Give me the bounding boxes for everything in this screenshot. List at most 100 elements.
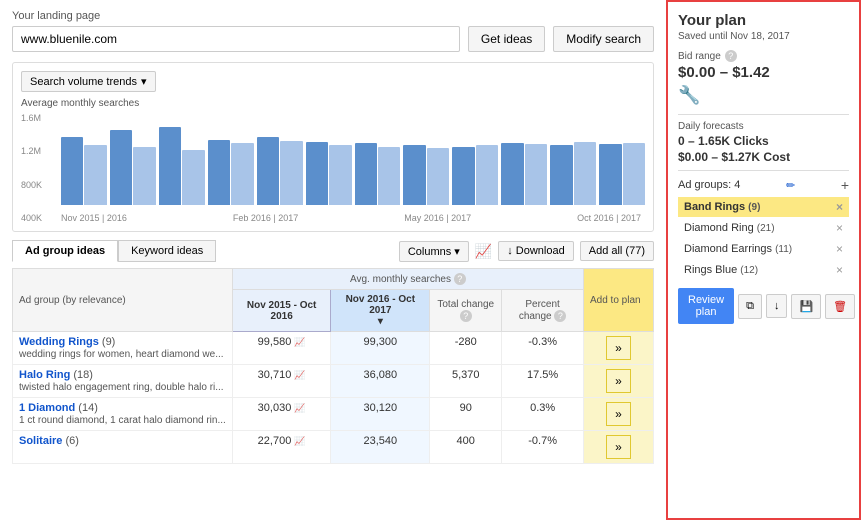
results-table-wrapper: Ad group (by relevance) Avg. monthly sea… (12, 268, 654, 464)
download-plan-button[interactable]: ↓ (766, 294, 788, 318)
cell-add-to-plan[interactable]: » (583, 332, 653, 365)
col-nov2016: Nov 2016 - Oct 2017 ▾ (331, 290, 430, 332)
trend-icon[interactable]: 📈 (294, 370, 305, 380)
bid-slider-icon: 🔧 (678, 85, 849, 106)
ad-group-item[interactable]: Diamond Earrings (11)× (678, 239, 849, 259)
save-button[interactable]: 💾 (791, 294, 821, 319)
copy-button[interactable]: ⧉ (738, 294, 762, 319)
cell-total: 5,370 (430, 365, 502, 398)
remove-ad-group-icon[interactable]: × (836, 200, 843, 214)
daily-cost: $0.00 – $1.27K Cost (678, 150, 849, 164)
remove-ad-group-icon[interactable]: × (836, 263, 843, 277)
bar-dark (550, 145, 572, 205)
bar-group (599, 143, 645, 205)
review-plan-row: Review plan ⧉ ↓ 💾 🗑 (678, 288, 849, 324)
add-to-plan-arrow[interactable]: » (606, 336, 631, 360)
sort-icon[interactable]: ▾ (378, 316, 383, 327)
plan-title: Your plan (678, 12, 849, 29)
download-button[interactable]: ↓ Download (498, 241, 573, 261)
cell-add-to-plan[interactable]: » (583, 431, 653, 464)
bar-light (133, 147, 155, 205)
bar-dark (257, 137, 279, 205)
ad-groups-count-label: Ad groups: 4 (678, 179, 740, 191)
cell-total: -280 (430, 332, 502, 365)
bar-light (623, 143, 645, 205)
bar-group (208, 140, 254, 205)
cell-total: 400 (430, 431, 502, 464)
bid-help-icon[interactable]: ? (725, 50, 737, 62)
right-panel: Your plan Saved until Nov 18, 2017 Bid r… (666, 0, 861, 520)
tab-ad-group[interactable]: Ad group ideas (12, 240, 118, 262)
delete-button[interactable]: 🗑 (825, 294, 855, 319)
percent-help-icon[interactable]: ? (554, 310, 566, 322)
bar-light (378, 147, 400, 205)
bar-group (550, 142, 596, 205)
ad-group-item[interactable]: Diamond Ring (21)× (678, 218, 849, 238)
remove-ad-group-icon[interactable]: × (836, 221, 843, 235)
add-all-button[interactable]: Add all (77) (580, 241, 654, 261)
ad-group-item[interactable]: Rings Blue (12)× (678, 260, 849, 280)
chart-title-button[interactable]: Search volume trends ▾ (21, 71, 156, 92)
ad-group-name[interactable]: Halo Ring (18) (19, 369, 93, 381)
table-row: Solitaire (6)22,700 📈23,540400-0.7%» (13, 431, 654, 464)
table-row: 1 Diamond (14)1 ct round diamond, 1 cara… (13, 398, 654, 431)
landing-label: Your landing page (12, 10, 654, 22)
cell-percent: -0.7% (502, 431, 584, 464)
ad-group-item-name: Diamond Ring (21) (684, 222, 836, 234)
chart-bars (61, 113, 645, 205)
review-plan-button[interactable]: Review plan (678, 288, 734, 324)
bar-dark (501, 143, 523, 205)
total-help-icon[interactable]: ? (460, 310, 472, 322)
ad-group-name[interactable]: Solitaire (6) (19, 435, 79, 447)
cell-total: 90 (430, 398, 502, 431)
ad-group-name[interactable]: Wedding Rings (9) (19, 336, 115, 348)
bar-group (159, 127, 205, 205)
add-to-plan-arrow[interactable]: » (606, 402, 631, 426)
cell-add-to-plan[interactable]: » (583, 365, 653, 398)
add-to-plan-arrow[interactable]: » (606, 435, 631, 459)
bar-group (403, 145, 449, 205)
landing-url-input[interactable] (12, 26, 460, 52)
trend-icon[interactable]: 📈 (294, 337, 305, 347)
cell-nov2016: 23,540 (331, 431, 430, 464)
bar-dark (355, 143, 377, 205)
ad-group-desc: 1 ct round diamond, 1 carat halo diamond… (19, 415, 226, 426)
remove-ad-group-icon[interactable]: × (836, 242, 843, 256)
bar-light (525, 144, 547, 205)
bar-light (329, 145, 351, 205)
tab-keyword[interactable]: Keyword ideas (118, 240, 216, 262)
bar-group (306, 142, 352, 205)
trend-icon[interactable]: 📈 (294, 403, 305, 413)
bar-group (61, 137, 107, 205)
col-percent: Percent change ? (502, 290, 584, 332)
get-ideas-button[interactable]: Get ideas (468, 26, 545, 52)
table-row: Halo Ring (18)twisted halo engagement ri… (13, 365, 654, 398)
bar-group (501, 143, 547, 205)
chart-area: 1.6M 1.2M 800K 400K Nov 2015 | 2016 Feb … (21, 113, 645, 223)
trend-icon[interactable]: 📈 (294, 436, 305, 446)
bar-dark (403, 145, 425, 205)
add-to-plan-arrow[interactable]: » (606, 369, 631, 393)
bar-light (231, 143, 253, 205)
chart-x-labels: Nov 2015 | 2016 Feb 2016 | 2017 May 2016… (61, 213, 645, 223)
bar-light (427, 148, 449, 205)
avg-help-icon[interactable]: ? (454, 273, 466, 285)
bar-group (110, 130, 156, 205)
ad-group-name[interactable]: 1 Diamond (14) (19, 402, 98, 414)
ad-group-item[interactable]: Band Rings (9)× (678, 197, 849, 217)
col-adgroup: Ad group (by relevance) (13, 269, 233, 332)
cell-percent: 17.5% (502, 365, 584, 398)
ad-group-desc: wedding rings for women, heart diamond w… (19, 349, 224, 360)
columns-button[interactable]: Columns ▾ (399, 241, 469, 262)
ad-group-item-name: Band Rings (9) (684, 201, 836, 213)
chart-icon[interactable]: 📈 (475, 243, 492, 260)
chart-container: Search volume trends ▾ Average monthly s… (12, 62, 654, 232)
daily-clicks: 0 – 1.65K Clicks (678, 134, 849, 148)
bar-light (574, 142, 596, 205)
modify-search-button[interactable]: Modify search (553, 26, 654, 52)
ad-group-desc: twisted halo engagement ring, double hal… (19, 382, 224, 393)
cell-add-to-plan[interactable]: » (583, 398, 653, 431)
add-ad-group-icon[interactable]: + (841, 177, 849, 193)
results-table: Ad group (by relevance) Avg. monthly sea… (12, 268, 654, 464)
edit-ad-groups-icon[interactable]: ✏ (786, 179, 795, 192)
